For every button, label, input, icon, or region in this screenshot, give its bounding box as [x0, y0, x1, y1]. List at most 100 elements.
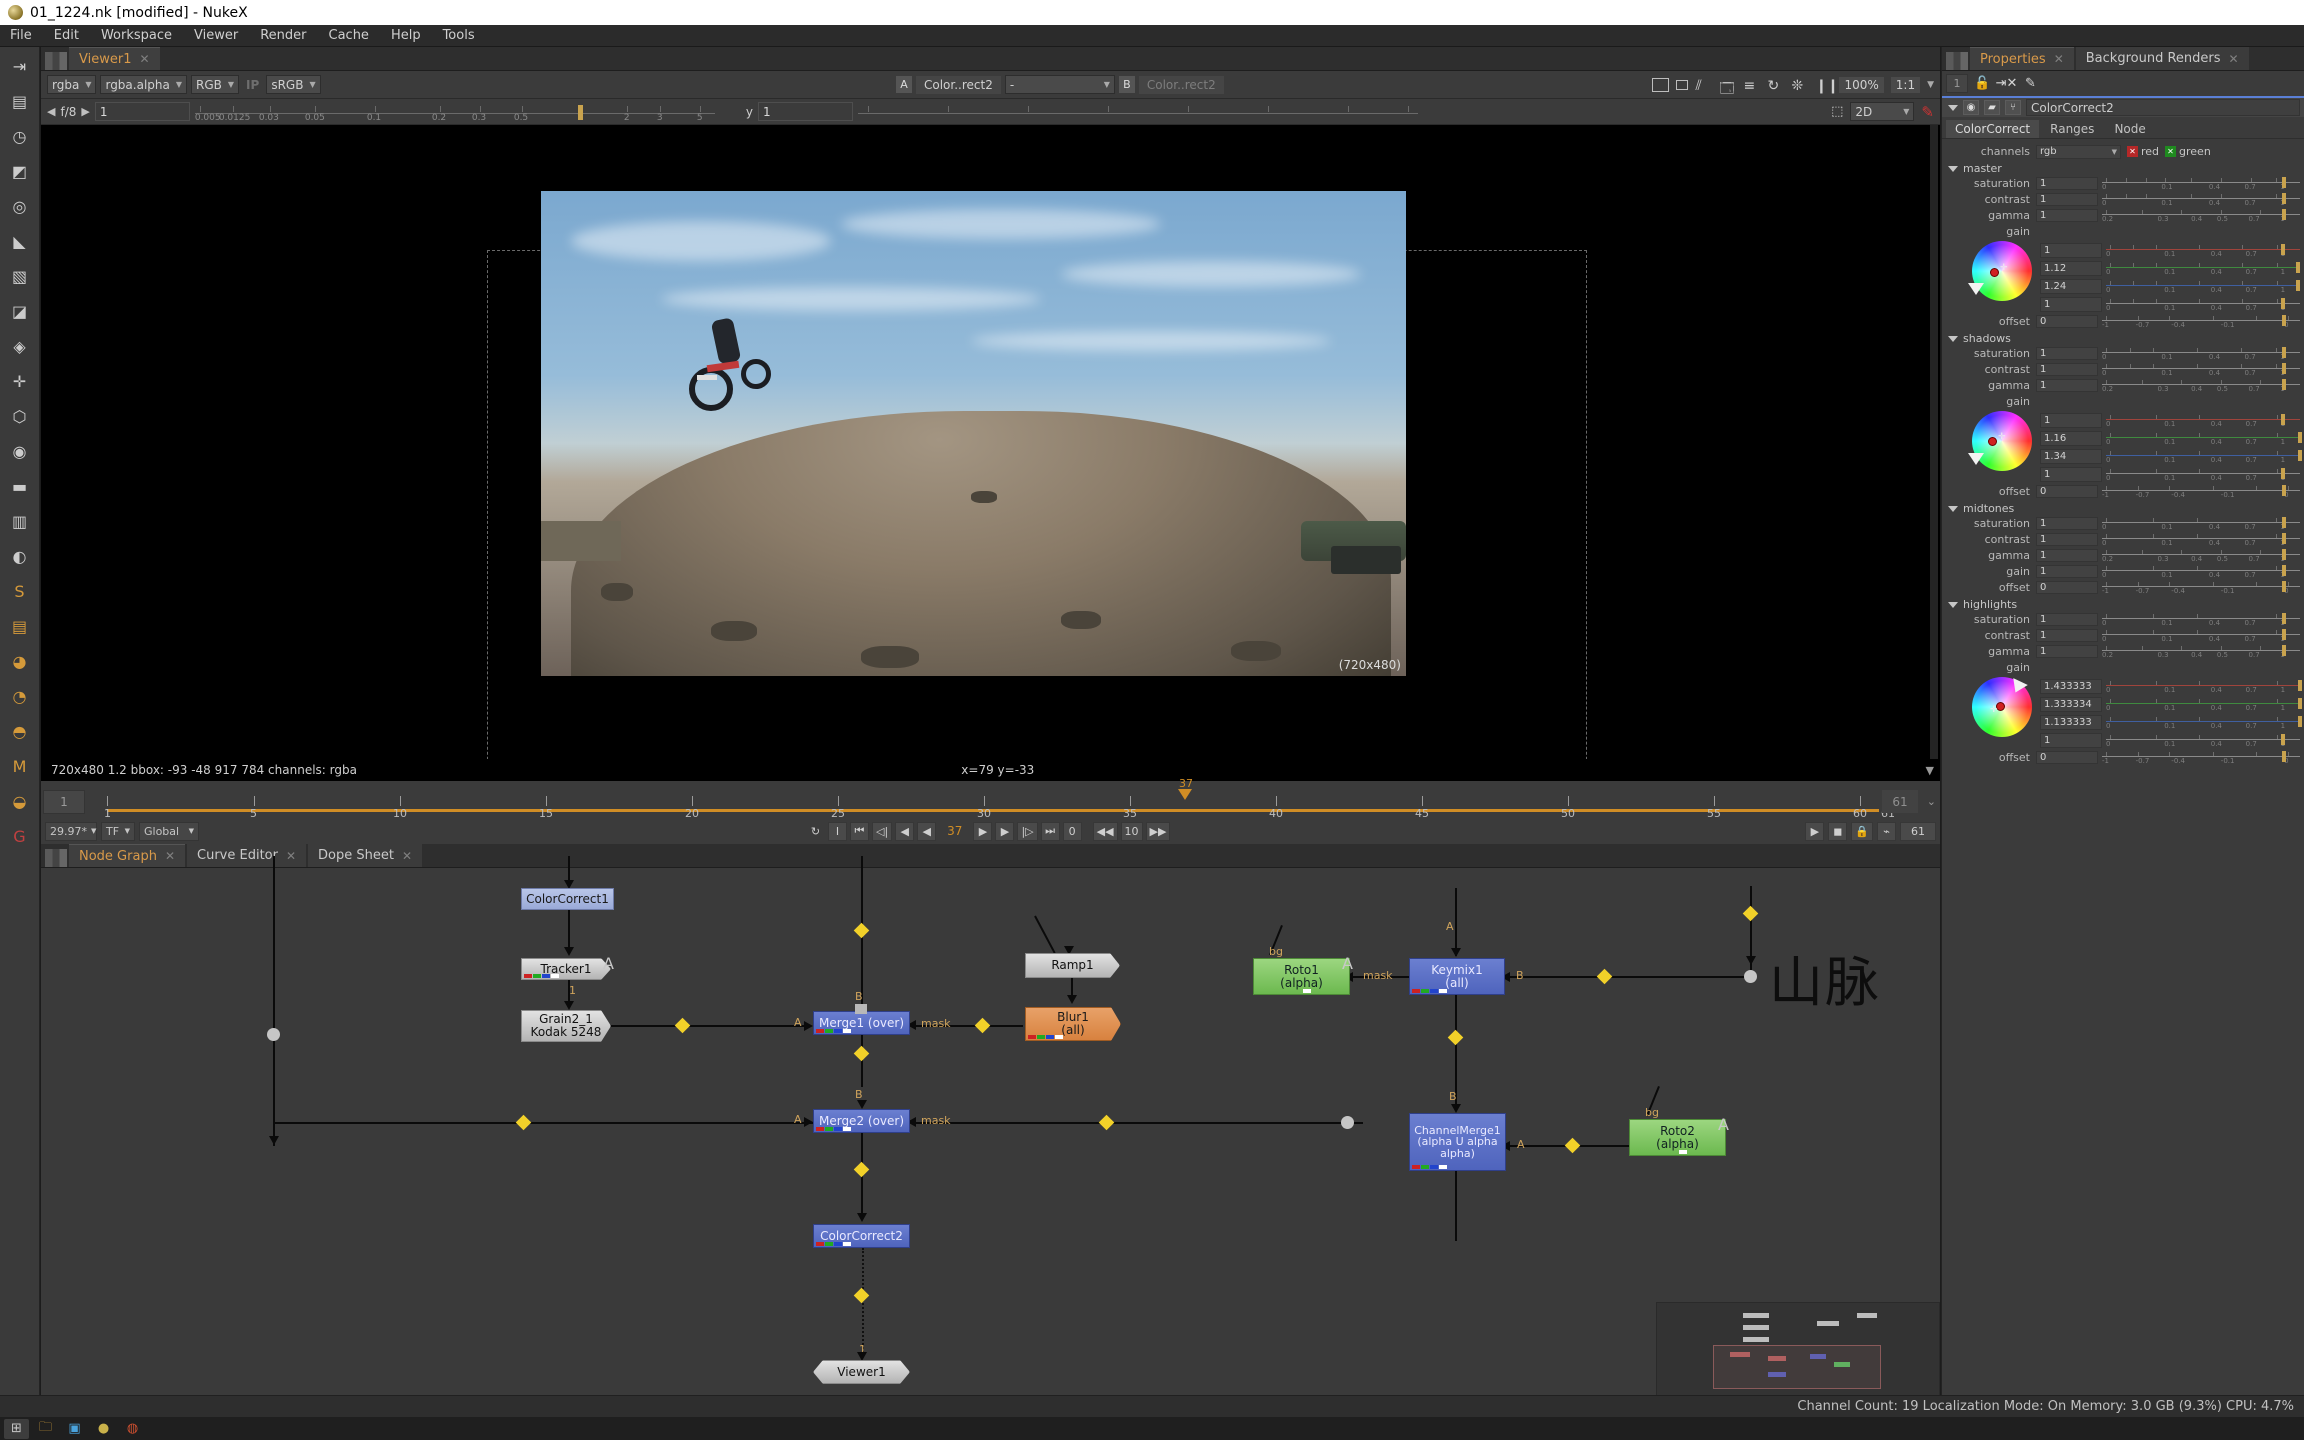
- gamma-slider[interactable]: [857, 102, 1418, 122]
- node-graph-minimap[interactable]: [1656, 1302, 1940, 1402]
- zoom-level[interactable]: 100%: [1839, 76, 1884, 93]
- fit-width-icon[interactable]: [1652, 77, 1670, 92]
- metadata-icon[interactable]: ◐: [7, 543, 33, 569]
- tab-properties[interactable]: Properties ✕: [1970, 47, 2074, 70]
- minimap-viewport[interactable]: [1713, 1345, 1881, 1389]
- slider[interactable]: 0.2 0.3 0.4 0.5 0.7 1: [2102, 378, 2300, 393]
- node-color-icon[interactable]: ◉: [1963, 100, 1979, 115]
- last-frame-icon[interactable]: ⏭: [1040, 821, 1060, 841]
- 3d-icon[interactable]: ⬡: [7, 403, 33, 429]
- slider[interactable]: 0 0.1 0.4 0.7 1: [2106, 279, 2301, 294]
- node-viewer1[interactable]: Viewer1: [813, 1360, 910, 1384]
- value-field[interactable]: 1: [2036, 565, 2098, 578]
- next-frame-icon[interactable]: ▶: [995, 821, 1015, 841]
- step-back-icon[interactable]: ◀◀: [1092, 821, 1118, 841]
- slider[interactable]: 0 0.1 0.4 0.7 1: [2102, 192, 2300, 207]
- roi-select-icon[interactable]: ⬚: [1831, 104, 1843, 119]
- slider[interactable]: -1 -0.7 -0.4 -0.1 0: [2102, 750, 2300, 765]
- colorspace-select[interactable]: sRGB ▼: [266, 75, 321, 94]
- viewer-mode-select[interactable]: 2D ▼: [1850, 102, 1915, 121]
- pipe-dot-gray[interactable]: [1744, 970, 1757, 983]
- menu-viewer[interactable]: Viewer: [194, 28, 238, 43]
- slider[interactable]: 0 0.1 0.4 0.7 1: [2106, 467, 2300, 482]
- menu-cache[interactable]: Cache: [329, 28, 369, 43]
- node-keymix1[interactable]: Keymix1 (all): [1409, 958, 1505, 995]
- slider[interactable]: -1 -0.7 -0.4 -0.1 0: [2102, 314, 2300, 329]
- node-colorcorrect1[interactable]: ColorCorrect1: [521, 888, 614, 910]
- ip-toggle[interactable]: IP: [243, 78, 262, 92]
- a-buffer-badge[interactable]: A: [896, 76, 912, 93]
- tab-background-renders[interactable]: Background Renders ✕: [2075, 47, 2249, 70]
- gamma-input[interactable]: 1: [757, 102, 853, 121]
- properties-count[interactable]: 1: [1946, 74, 1968, 93]
- plugin-b-icon[interactable]: ◔: [7, 683, 33, 709]
- tab-viewer1[interactable]: Viewer1 ✕: [69, 47, 160, 70]
- slider[interactable]: 0.2 0.3 0.4 0.5 0.7 1: [2102, 548, 2300, 563]
- slider[interactable]: 0 0.1 0.4 0.7 1: [2106, 679, 2303, 694]
- lock-icon[interactable]: 🔓: [1973, 74, 1992, 93]
- timecode-mode-select[interactable]: TF ▼: [101, 821, 135, 841]
- value-field[interactable]: 1.24: [2040, 279, 2102, 294]
- value-field[interactable]: 1: [2036, 517, 2098, 530]
- pipe-dot[interactable]: [853, 922, 870, 939]
- slider[interactable]: 0 0.1 0.4 0.7 1: [2106, 733, 2300, 748]
- sapphire-icon[interactable]: ▤: [7, 613, 33, 639]
- slider[interactable]: 0.2 0.3 0.4 0.5 0.7 1: [2102, 644, 2300, 659]
- node-roto1[interactable]: Roto1 (alpha): [1253, 958, 1350, 995]
- value-field[interactable]: 1.16: [2040, 431, 2102, 446]
- pipe-dot[interactable]: [1098, 1114, 1115, 1131]
- ptab-ranges[interactable]: Ranges: [2041, 120, 2104, 138]
- slider[interactable]: 0 0.1 0.4 0.7 1: [2106, 261, 2301, 276]
- time-icon[interactable]: ◩: [7, 158, 33, 184]
- collapse-icon[interactable]: [1948, 104, 1958, 111]
- group-highlights-header[interactable]: highlights: [1948, 598, 2304, 611]
- layer-select[interactable]: rgba.alpha ▼: [100, 75, 188, 94]
- plugin-a-icon[interactable]: ◕: [7, 648, 33, 674]
- slider[interactable]: 0 0.1 0.4 0.7 1: [2102, 564, 2300, 579]
- end-frame-field[interactable]: 61: [1900, 821, 1936, 841]
- node-colorcorrect2[interactable]: ColorCorrect2: [813, 1224, 910, 1248]
- slider[interactable]: 0 0.1 0.4 0.7 1: [2106, 715, 2303, 730]
- pipe-dot[interactable]: [853, 1161, 870, 1178]
- value-field[interactable]: 1.12: [2040, 261, 2102, 276]
- menu-help[interactable]: Help: [391, 28, 421, 43]
- pipe-dot-gray[interactable]: [267, 1028, 280, 1041]
- slider[interactable]: 0 0.1 0.4 0.7 1: [2102, 628, 2300, 643]
- value-field[interactable]: 1: [2036, 533, 2098, 546]
- value-field[interactable]: 0: [2036, 485, 2098, 498]
- views-icon[interactable]: ▥: [7, 508, 33, 534]
- group-midtones-header[interactable]: midtones: [1948, 502, 2304, 515]
- gain-prev-icon[interactable]: ◀: [47, 105, 55, 118]
- channels-select[interactable]: rgba ▼: [47, 75, 97, 94]
- slider[interactable]: 0 0.1 0.4 0.7 1: [2102, 612, 2300, 627]
- gain-input[interactable]: 1: [94, 102, 190, 121]
- timeline-end-frame[interactable]: 61: [1882, 790, 1918, 813]
- pause-icon[interactable]: ❙❙: [1815, 78, 1838, 94]
- play-backward-icon[interactable]: ◀: [917, 821, 937, 841]
- value-field[interactable]: 1.333334: [2040, 697, 2102, 712]
- slider[interactable]: 0 0.1 0.4 0.7 1: [2106, 449, 2303, 464]
- pipe-dot[interactable]: [515, 1114, 532, 1131]
- plugin-g-icon[interactable]: G: [7, 823, 33, 849]
- b-buffer-input[interactable]: Color..rect2: [1138, 75, 1224, 94]
- close-icon[interactable]: ✕: [2229, 52, 2239, 66]
- close-icon[interactable]: ✕: [139, 52, 149, 66]
- tab-dope-sheet[interactable]: Dope Sheet ✕: [308, 844, 423, 867]
- slider[interactable]: 0 0.1 0.4 0.7 1: [2106, 431, 2303, 446]
- pipe-dot[interactable]: [674, 1017, 691, 1034]
- sync-icon[interactable]: ⌁: [1877, 821, 1896, 841]
- step-increment-field[interactable]: 10: [1120, 821, 1143, 841]
- pipe-dot[interactable]: [1742, 905, 1759, 922]
- slider[interactable]: 0 0.1 0.4 0.7 1: [2106, 243, 2300, 258]
- flag-red[interactable]: ✕ red: [2127, 145, 2159, 158]
- node-graph-canvas[interactable]: A B B mask 1 A mask 1 A mask B bg B A bg…: [41, 856, 1940, 1402]
- slider[interactable]: 0.2 0.3 0.4 0.5 0.7 1: [2102, 208, 2300, 223]
- pipe-dot-gray[interactable]: [1341, 1116, 1354, 1129]
- value-field[interactable]: 1.433333: [2040, 679, 2102, 694]
- value-field[interactable]: 1: [2040, 243, 2102, 258]
- group-shadows-header[interactable]: shadows: [1948, 332, 2304, 345]
- node-wrench-icon[interactable]: ⑂: [2005, 100, 2021, 115]
- node-channelmerge1[interactable]: ChannelMerge1 (alpha U alpha alpha): [1409, 1113, 1506, 1171]
- value-field[interactable]: 1: [2036, 613, 2098, 626]
- nuke-icon[interactable]: ●: [91, 1419, 116, 1439]
